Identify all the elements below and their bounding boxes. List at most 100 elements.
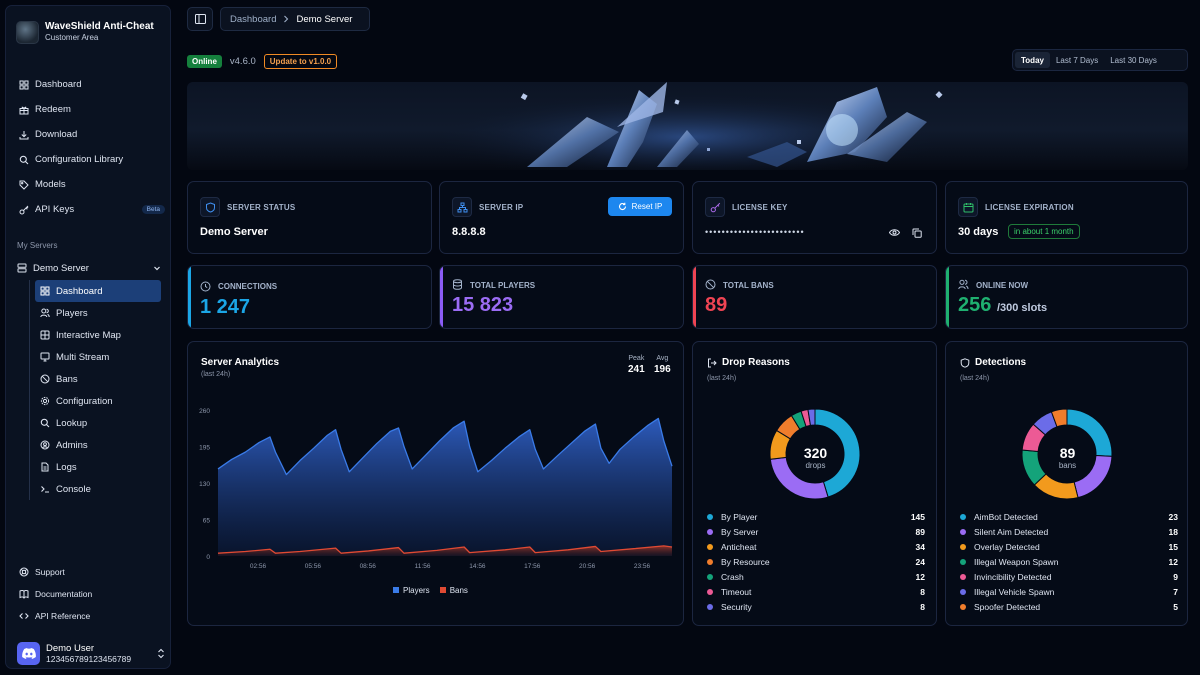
chart-legend: Players Bans xyxy=(393,586,468,595)
logout-icon xyxy=(708,358,717,368)
breadcrumb: Dashboard Demo Server xyxy=(220,7,370,31)
expiration-badge: in about 1 month xyxy=(1008,224,1080,239)
subnav-item-configuration[interactable]: Configuration xyxy=(35,390,161,412)
legend-item[interactable]: AimBot Detected 23 xyxy=(960,509,1178,524)
legend-item[interactable]: By Resource 24 xyxy=(707,554,925,569)
subnav-item-interactive-map[interactable]: Interactive Map xyxy=(35,324,161,346)
file-icon xyxy=(41,462,49,472)
legend-label: Crash xyxy=(721,571,744,582)
legend-label: Bans xyxy=(449,586,468,595)
server-dropdown[interactable]: Demo Server xyxy=(17,260,167,276)
nav-item-download[interactable]: Download xyxy=(17,122,167,147)
book-icon xyxy=(19,589,29,599)
map-icon xyxy=(40,330,50,340)
online-now-stat: ONLINE NOW 256 /300 slots xyxy=(945,265,1188,329)
panel-title: Detections xyxy=(975,357,1027,368)
legend-value: 12 xyxy=(1168,556,1178,567)
legend-item[interactable]: Invincibility Detected 9 xyxy=(960,569,1178,584)
subnav-item-multi-stream[interactable]: Multi Stream xyxy=(35,346,161,368)
legend-dot xyxy=(707,588,713,595)
server-status-value: Demo Server xyxy=(200,226,268,238)
sidebar-toggle-button[interactable] xyxy=(187,7,213,31)
players-series-area xyxy=(218,418,672,556)
date-range-selector: Today Last 7 Days Last 30 Days xyxy=(1012,49,1188,71)
range-option-today[interactable]: Today xyxy=(1015,52,1050,68)
legend-value: 8 xyxy=(920,601,925,612)
chevron-right-icon xyxy=(284,15,289,23)
breadcrumb-parent[interactable]: Dashboard xyxy=(230,14,276,25)
download-icon xyxy=(19,130,29,139)
range-option-30-days[interactable]: Last 30 Days xyxy=(1104,52,1163,68)
key-icon xyxy=(19,205,29,214)
brand[interactable]: WaveShield Anti-Cheat Customer Area xyxy=(16,18,154,46)
legend-item[interactable]: By Player 145 xyxy=(707,509,925,524)
nav-item-api-keys[interactable]: API Keys Beta xyxy=(17,197,167,222)
connections-value: 1 247 xyxy=(200,296,251,318)
subnav-item-console[interactable]: Console xyxy=(35,478,161,500)
legend-value: 145 xyxy=(910,511,925,522)
x-tick-label: 05:56 xyxy=(305,563,322,570)
donut-center-value: 320 xyxy=(803,445,828,461)
donut-center-label: bans xyxy=(1058,461,1077,470)
nav-label: Configuration Library xyxy=(35,154,124,165)
legend-label: Invincibility Detected xyxy=(974,571,1052,582)
subnav-item-bans[interactable]: Bans xyxy=(35,368,161,390)
legend-item[interactable]: Spoofer Detected 5 xyxy=(960,599,1178,614)
user-menu[interactable]: Demo User 123456789123456789 xyxy=(17,639,167,667)
nav-item-redeem[interactable]: Redeem xyxy=(17,97,167,122)
range-option-7-days[interactable]: Last 7 Days xyxy=(1050,52,1104,68)
subnav-item-lookup[interactable]: Lookup xyxy=(35,412,161,434)
reset-ip-button[interactable]: Reset IP xyxy=(608,197,672,216)
refresh-icon xyxy=(618,202,626,210)
monitor-icon xyxy=(40,352,50,362)
subnav-item-players[interactable]: Players xyxy=(35,302,161,324)
legend-dot xyxy=(707,543,713,550)
legend-item[interactable]: By Server 89 xyxy=(707,524,925,539)
legend-item[interactable]: Timeout 8 xyxy=(707,584,925,599)
user-id: 123456789123456789 xyxy=(46,653,132,664)
link-support[interactable]: Support xyxy=(17,561,167,583)
stat-label: TOTAL PLAYERS xyxy=(470,281,536,290)
legend-value: 5 xyxy=(1173,601,1178,612)
legend-item[interactable]: Anticheat 34 xyxy=(707,539,925,554)
legend-bans[interactable]: Bans xyxy=(439,586,468,595)
accent-bar xyxy=(946,266,949,328)
legend-value: 34 xyxy=(915,541,925,552)
update-button[interactable]: Update to v1.0.0 xyxy=(263,53,338,69)
card-label: LICENSE EXPIRATION xyxy=(985,203,1074,212)
nav-item-configuration-library[interactable]: Configuration Library xyxy=(17,147,167,172)
subnav-item-logs[interactable]: Logs xyxy=(35,456,161,478)
eye-icon[interactable] xyxy=(889,228,900,237)
legend-label: By Server xyxy=(721,526,759,537)
y-tick-label: 260 xyxy=(199,408,210,415)
legend-item[interactable]: Illegal Vehicle Spawn 7 xyxy=(960,584,1178,599)
legend-item[interactable]: Overlay Detected 15 xyxy=(960,539,1178,554)
sidebar: WaveShield Anti-Cheat Customer Area Dash… xyxy=(5,5,171,669)
search-icon xyxy=(19,155,29,164)
legend-value: 23 xyxy=(1168,511,1178,522)
legend-item[interactable]: Silent Aim Detected 18 xyxy=(960,524,1178,539)
subnav-label: Admins xyxy=(56,439,88,451)
subnav-label: Players xyxy=(56,307,88,319)
subnav-item-admins[interactable]: Admins xyxy=(35,434,161,456)
legend-item[interactable]: Crash 12 xyxy=(707,569,925,584)
y-tick-label: 0 xyxy=(206,554,210,561)
subnav-item-dashboard[interactable]: Dashboard xyxy=(35,280,161,302)
x-tick-label: 17:56 xyxy=(524,563,541,570)
nav-item-dashboard[interactable]: Dashboard xyxy=(17,72,167,97)
legend-value: 7 xyxy=(1173,586,1178,597)
nav-item-models[interactable]: Models xyxy=(17,172,167,197)
chevron-down-icon xyxy=(154,266,160,271)
total-bans-stat: TOTAL BANS 89 xyxy=(692,265,937,329)
hero-banner xyxy=(187,82,1188,170)
link-documentation[interactable]: Documentation xyxy=(17,583,167,605)
legend-item[interactable]: Illegal Weapon Spawn 12 xyxy=(960,554,1178,569)
legend-players[interactable]: Players xyxy=(393,586,430,595)
subnav-label: Bans xyxy=(56,373,78,385)
copy-icon[interactable] xyxy=(912,228,922,238)
legend-item[interactable]: Security 8 xyxy=(707,599,925,614)
legend-label: Silent Aim Detected xyxy=(974,526,1049,537)
link-api-reference[interactable]: API Reference xyxy=(17,605,167,627)
legend-dot xyxy=(707,573,713,580)
legend-label: Security xyxy=(721,601,752,612)
